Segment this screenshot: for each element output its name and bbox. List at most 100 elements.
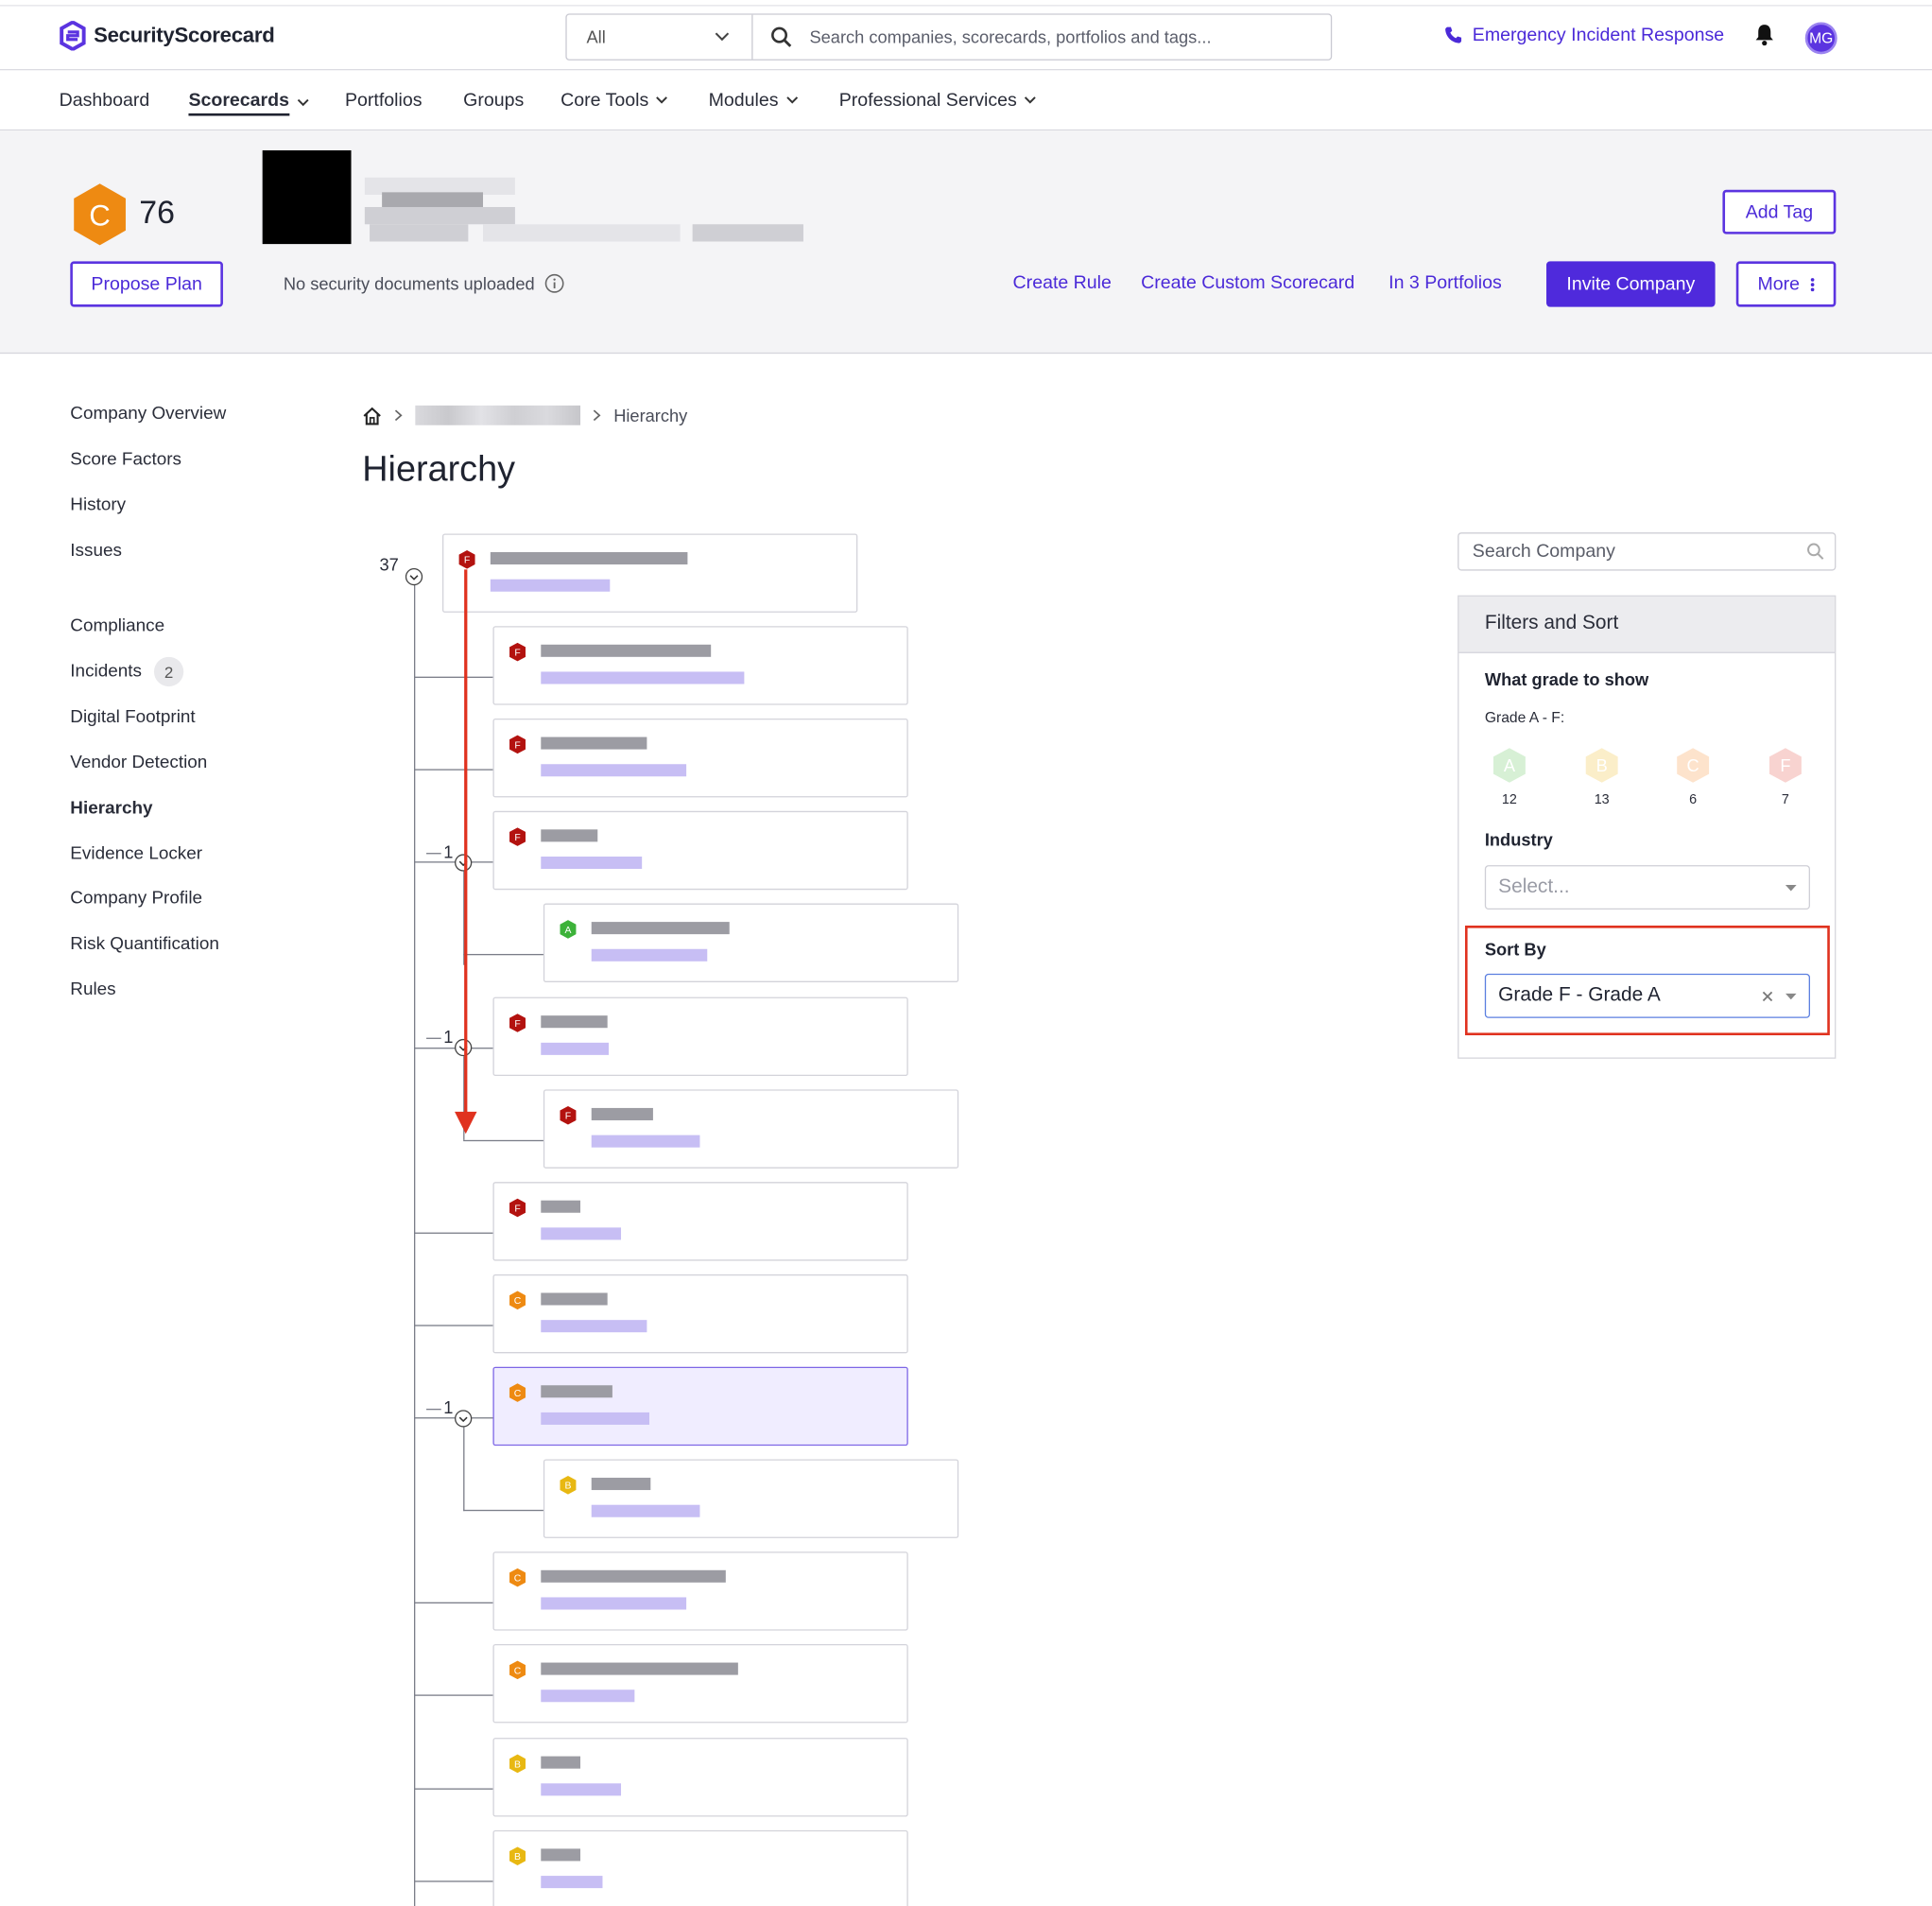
notifications-bell-icon[interactable] [1754,24,1774,52]
sidebar-item-risk-quantification[interactable]: Risk Quantification [70,934,219,954]
collapse-toggle-icon[interactable] [405,567,423,586]
grade-filter-f[interactable]: F7 [1767,747,1803,807]
sidebar-item-company-overview[interactable]: Company Overview [70,405,226,425]
grade-a-hex-icon: A [560,920,577,939]
svg-text:F: F [514,649,520,659]
grade-a-hex-icon: A [1492,748,1526,783]
hierarchy-node[interactable]: F [492,718,908,798]
hierarchy-node[interactable]: B [543,1459,959,1538]
nav-professional-services[interactable]: Professional Services [839,90,1037,111]
more-button[interactable]: More [1735,261,1837,307]
grade-filter-b[interactable]: B 13 [1583,747,1620,807]
nav-core-tools-label: Core Tools [561,90,649,112]
hierarchy-node[interactable]: F [492,626,908,705]
hierarchy-node[interactable]: B [492,1829,908,1906]
hierarchy-node[interactable]: A [543,903,959,982]
hierarchy-node[interactable]: F [492,996,908,1077]
search-input[interactable]: Search companies, scorecards, portfolios… [752,15,1330,60]
propose-plan-button[interactable]: Propose Plan [70,261,223,307]
home-icon[interactable] [362,407,382,425]
nav-dashboard[interactable]: Dashboard [60,90,150,111]
sidebar-item-company-profile[interactable]: Company Profile [70,889,202,909]
collapse-toggle-icon[interactable] [455,1410,473,1428]
node-name-redacted [591,1107,653,1120]
invite-company-button[interactable]: Invite Company [1546,261,1716,307]
sidebar-item-label: Company Overview [70,404,227,425]
sidebar-item-issues[interactable]: Issues [70,541,122,561]
industry-select[interactable]: Select... [1484,865,1810,910]
nav-scorecards[interactable]: Scorecards [188,90,309,116]
grade-f-hex-icon: F [509,735,526,754]
company-score: 76 [139,193,176,231]
hierarchy-node[interactable]: C [492,1644,908,1724]
info-icon[interactable] [544,273,564,293]
sidebar-item-vendor-detection[interactable]: Vendor Detection [70,753,207,772]
sidebar-item-incidents[interactable]: Incidents 2 [70,656,184,687]
node-name-redacted [591,1478,651,1491]
node-domain-redacted [541,1597,687,1610]
filters-title: Filters and Sort [1458,596,1836,653]
hierarchy-node[interactable]: F [543,1089,959,1169]
nav-groups-label: Groups [463,90,525,112]
sidebar-item-rules[interactable]: Rules [70,979,115,999]
grade-f-hex-icon: F [509,1014,526,1032]
sidebar-item-compliance[interactable]: Compliance [70,616,164,636]
tree-connector [463,1509,543,1512]
node-domain-redacted [541,1412,649,1425]
create-custom-scorecard-link[interactable]: Create Custom Scorecard [1141,272,1354,293]
node-name-redacted [541,1385,612,1398]
main-nav: Dashboard Scorecards Portfolios Groups C… [0,70,1932,131]
hierarchy-node[interactable]: F [492,810,908,891]
nav-core-tools[interactable]: Core Tools [561,90,668,111]
chevron-down-icon [297,98,309,107]
sidebar-item-score-factors[interactable]: Score Factors [70,450,181,470]
grade-c-hex-icon: C [74,183,126,246]
grade-filter-a[interactable]: A 12 [1491,747,1527,807]
tree-connector [414,1694,493,1696]
sidebar-item-history[interactable]: History [70,495,126,515]
breadcrumb-company-redacted[interactable] [415,405,580,425]
node-domain-redacted [541,1783,622,1796]
app-logo[interactable]: SecurityScorecard [60,21,275,51]
industry-label: Industry [1484,829,1553,850]
grade-filter-count: 7 [1781,792,1789,807]
sort-direction-arrow [455,569,477,1135]
security-docs-status: No security documents uploaded [284,273,564,293]
search-company-input[interactable]: Search Company [1458,532,1837,571]
node-domain-redacted [541,1689,635,1703]
company-header: C 76 Add Tag Propose Plan No security do… [0,130,1932,355]
chevron-right-icon [394,409,403,422]
node-domain-redacted [591,948,708,962]
svg-text:C: C [514,1296,522,1307]
svg-text:B: B [1596,755,1608,775]
sidebar-item-label: Risk Quantification [70,934,219,954]
user-avatar[interactable]: MG [1804,22,1837,55]
hierarchy-node[interactable]: B [492,1738,908,1817]
emergency-incident-link[interactable]: Emergency Incident Response [1444,25,1724,45]
sidebar-item-digital-footprint[interactable]: Digital Footprint [70,707,195,727]
hierarchy-node[interactable]: C [492,1366,908,1447]
sidebar-item-evidence-locker[interactable]: Evidence Locker [70,844,202,864]
grade-filter-c[interactable]: C6 [1675,747,1712,807]
nav-portfolios[interactable]: Portfolios [345,90,423,111]
chevron-down-icon [785,96,798,104]
global-search: All Search companies, scorecards, portfo… [565,13,1333,61]
grade-b-hex-icon: B [509,1754,526,1774]
hierarchy-node[interactable]: F [492,1182,908,1261]
create-rule-link[interactable]: Create Rule [1013,272,1112,293]
hierarchy-node[interactable]: C [492,1551,908,1631]
nav-groups[interactable]: Groups [463,90,524,111]
caret-down-icon [1785,884,1797,891]
search-scope-select[interactable]: All [567,14,753,60]
portfolios-link[interactable]: In 3 Portfolios [1389,272,1502,293]
grade-filter-label: What grade to show [1484,668,1649,689]
add-tag-button[interactable]: Add Tag [1722,189,1837,234]
grade-range-label: Grade A - F: [1484,708,1565,726]
node-domain-redacted [591,1504,700,1517]
nav-modules[interactable]: Modules [709,90,799,111]
hierarchy-node[interactable]: C [492,1274,908,1354]
search-scope-value: All [586,26,606,47]
sidebar-item-hierarchy[interactable]: Hierarchy [70,799,152,819]
grade-c-hex-icon: C [509,1660,526,1680]
hierarchy-node[interactable]: F [441,533,858,613]
